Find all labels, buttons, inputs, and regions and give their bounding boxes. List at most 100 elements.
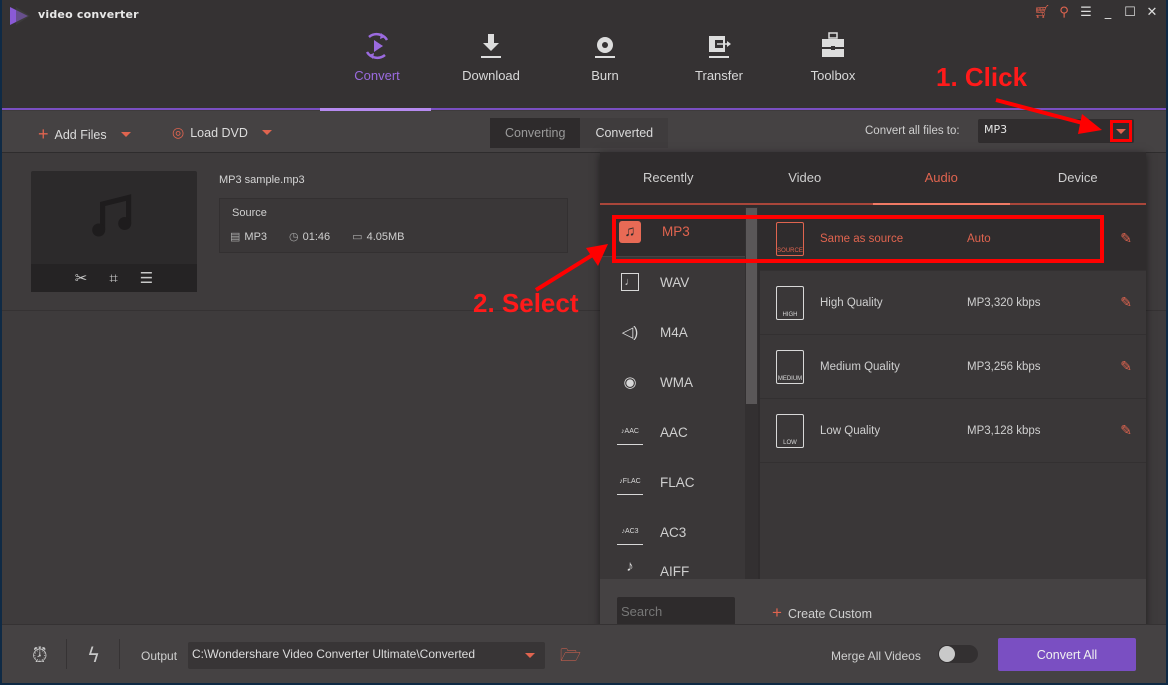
status-segment: Converting Converted xyxy=(490,118,669,148)
tab-audio[interactable]: Audio xyxy=(873,152,1010,205)
format-item-m4a[interactable]: ◁) M4A xyxy=(600,307,758,357)
aac-icon: ♪AAC xyxy=(617,419,643,445)
flac-icon: ♪FLAC xyxy=(617,469,643,495)
quality-item-high[interactable]: HIGH High Quality MP3,320 kbps ✎ xyxy=(760,271,1146,335)
nav-convert-label: Convert xyxy=(354,68,400,83)
folder-icon: ▭ xyxy=(352,231,363,243)
low-quality-icon: LOW xyxy=(776,413,804,448)
annotation-step2: 2. Select xyxy=(473,288,579,318)
nav-burn[interactable]: Burn xyxy=(548,30,662,110)
create-custom-button[interactable]: + Create Custom xyxy=(772,603,872,623)
quality-name: Low Quality xyxy=(820,424,881,437)
divider xyxy=(66,639,67,669)
annotation-step1: 1. Click xyxy=(936,62,1028,92)
format-item-aiff[interactable]: ♪ AIFF xyxy=(600,557,758,580)
source-meta: ▤ MP3 ◷ 01:46 ▭ 4.05MB xyxy=(230,230,405,243)
load-dvd-dropdown-icon[interactable] xyxy=(261,130,272,135)
header: video converter 🛒︎ ⚲ ☰ _ ☐ ✕ Convert Dow… xyxy=(2,0,1166,111)
plus-icon: + xyxy=(38,124,49,144)
chevron-down-icon xyxy=(1116,128,1126,134)
source-duration-value: 01:46 xyxy=(302,231,331,243)
film-icon: ▤ xyxy=(230,231,241,243)
merge-all-toggle[interactable] xyxy=(938,645,978,663)
output-path-select[interactable]: C:\Wondershare Video Converter Ultimate\… xyxy=(188,642,545,669)
quality-item-low[interactable]: LOW Low Quality MP3,128 kbps ✎ xyxy=(760,399,1146,463)
toolbar: + Add Files ◎ Load DVD Converting Conver… xyxy=(2,111,1166,153)
convert-all-button[interactable]: Convert All xyxy=(998,638,1136,671)
quality-value: MP3,256 kbps xyxy=(967,360,1041,373)
quality-value: MP3,320 kbps xyxy=(967,296,1041,309)
format-search-input[interactable] xyxy=(617,597,735,625)
edit-icon[interactable]: ✎ xyxy=(1120,294,1132,311)
medium-quality-icon: MEDIUM xyxy=(776,349,804,384)
format-item-wma[interactable]: ◉ WMA xyxy=(600,357,758,407)
cart-icon[interactable]: 🛒︎ xyxy=(1034,4,1051,20)
download-icon xyxy=(481,34,501,58)
wav-icon: ♩ xyxy=(621,273,639,291)
open-folder-icon[interactable]: 🗁 xyxy=(560,643,581,672)
quality-badge: HIGH xyxy=(782,311,798,318)
trim-icon[interactable]: ✂ xyxy=(75,269,88,287)
nav-toolbox-label: Toolbox xyxy=(810,68,856,83)
add-files-button[interactable]: + Add Files xyxy=(38,124,131,145)
quality-name: High Quality xyxy=(820,296,883,309)
crop-icon[interactable]: ⌗ xyxy=(109,269,117,287)
format-label: M4A xyxy=(660,324,688,340)
burn-icon xyxy=(595,37,615,58)
quality-name: Medium Quality xyxy=(820,360,900,373)
output-label: Output xyxy=(141,649,178,663)
edit-icon[interactable]: ✎ xyxy=(1120,422,1132,439)
nav-burn-label: Burn xyxy=(591,68,619,83)
nav-download[interactable]: Download xyxy=(434,30,548,110)
tab-recently[interactable]: Recently xyxy=(600,152,737,203)
output-path-value: C:\Wondershare Video Converter Ultimate\… xyxy=(192,647,476,661)
divider xyxy=(119,639,120,669)
quality-item-medium[interactable]: MEDIUM Medium Quality MP3,256 kbps ✎ xyxy=(760,335,1146,399)
nav-transfer-label: Transfer xyxy=(695,68,743,83)
format-tabs: Recently Video Audio Device xyxy=(600,152,1146,205)
nav-transfer[interactable]: Transfer xyxy=(662,30,776,110)
minimize-icon[interactable]: _ xyxy=(1100,4,1116,20)
convert-all-format-select[interactable]: MP3 xyxy=(978,119,1134,143)
dvd-icon: ◎ xyxy=(172,124,185,140)
create-custom-label: Create Custom xyxy=(787,607,872,621)
tab-converted[interactable]: Converted xyxy=(580,118,669,148)
nav-toolbox[interactable]: Toolbox xyxy=(776,30,890,110)
tab-video[interactable]: Video xyxy=(737,152,874,203)
file-thumbnail[interactable]: ✂ ⌗ ☰ xyxy=(31,171,197,292)
convert-all-format-value: MP3 xyxy=(984,123,1008,136)
bottom-bar: ⏰︎ ϟ Output C:\Wondershare Video Convert… xyxy=(2,624,1166,683)
nav-convert[interactable]: Convert xyxy=(320,30,434,110)
ac3-icon: ♪AC3 xyxy=(617,519,643,545)
load-dvd-button[interactable]: ◎ Load DVD xyxy=(172,124,272,141)
format-item-wav[interactable]: ♩ WAV xyxy=(600,257,758,307)
edit-icon[interactable]: ✎ xyxy=(1120,230,1132,247)
toolbox-icon xyxy=(822,32,844,57)
tab-device[interactable]: Device xyxy=(1010,152,1147,203)
format-dropdown-button[interactable] xyxy=(1110,120,1132,142)
toggle-knob xyxy=(939,646,955,662)
close-icon[interactable]: ✕ xyxy=(1144,4,1160,20)
add-files-dropdown-icon[interactable] xyxy=(120,132,131,137)
edit-icon[interactable]: ✎ xyxy=(1120,358,1132,375)
speaker-icon: ◁) xyxy=(621,324,639,341)
effects-icon[interactable]: ☰ xyxy=(140,269,153,287)
source-label: Source xyxy=(232,207,267,219)
quality-badge: LOW xyxy=(783,439,797,446)
app-window: video converter 🛒︎ ⚲ ☰ _ ☐ ✕ Convert Dow… xyxy=(2,0,1166,683)
key-icon[interactable]: ⚲ xyxy=(1056,4,1072,20)
format-label: AAC xyxy=(660,424,688,440)
menu-icon[interactable]: ☰ xyxy=(1078,4,1094,20)
format-item-ac3[interactable]: ♪AC3 AC3 xyxy=(600,507,758,557)
wma-speaker-icon: ◉ xyxy=(623,374,637,391)
format-item-flac[interactable]: ♪FLAC FLAC xyxy=(600,457,758,507)
tab-converting[interactable]: Converting xyxy=(490,118,581,148)
aiff-icon: ♪ xyxy=(626,557,634,575)
nav-underline xyxy=(2,108,1166,110)
file-name: MP3 sample.mp3 xyxy=(219,174,305,186)
maximize-icon[interactable]: ☐ xyxy=(1122,4,1138,20)
lightning-icon[interactable]: ϟ xyxy=(87,643,100,667)
alarm-clock-icon[interactable]: ⏰︎ xyxy=(32,643,48,667)
annotation-select-box xyxy=(612,215,1104,263)
format-item-aac[interactable]: ♪AAC AAC xyxy=(600,407,758,457)
